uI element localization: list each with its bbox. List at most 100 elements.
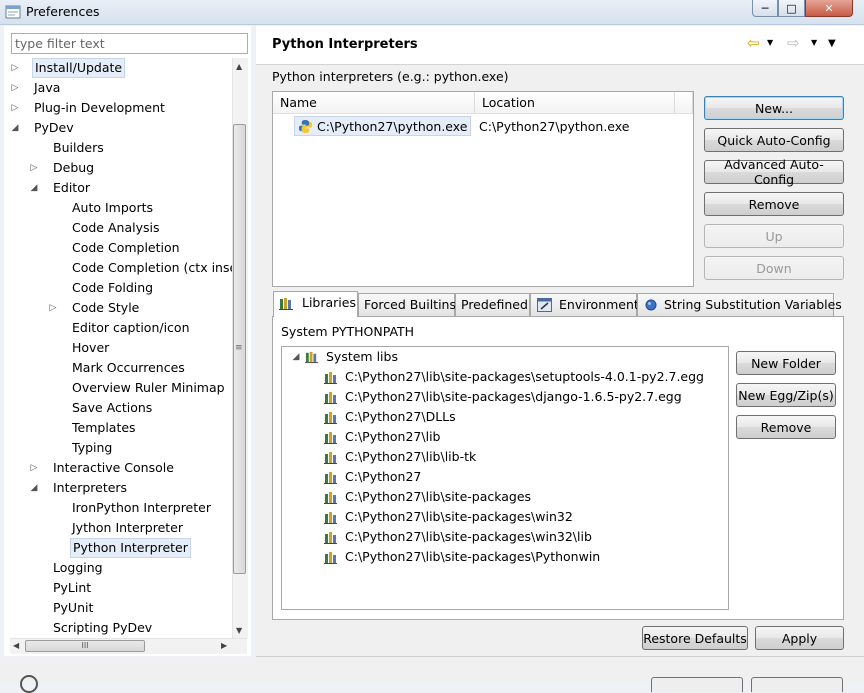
advanced-auto-config-button[interactable]: Advanced Auto-Config — [704, 157, 844, 187]
interpreter-row-name[interactable]: C:\Python27\python.exe — [294, 116, 472, 136]
column-header-filler — [675, 92, 693, 114]
ok-button-partial[interactable] — [651, 677, 743, 692]
collapsed-twist-icon[interactable]: ▷ — [10, 58, 20, 78]
tree-item[interactable]: Typing — [10, 438, 232, 458]
scroll-right-icon[interactable]: ▶ — [221, 641, 227, 650]
library-folder-icon — [324, 512, 337, 524]
tree-item[interactable]: Code Folding — [10, 278, 232, 298]
expanded-twist-icon[interactable]: ◢ — [29, 178, 39, 198]
back-arrow-icon[interactable]: ⇦ — [747, 34, 760, 52]
up-button[interactable]: Up — [704, 224, 844, 248]
remove-library-button[interactable]: Remove — [736, 415, 836, 439]
tree-item[interactable]: Logging — [10, 558, 232, 578]
tree-item-label: Code Analysis — [72, 220, 160, 235]
tab-string-substitution[interactable]: String Substitution Variables — [637, 293, 842, 316]
library-path-label: C:\Python27\lib\site-packages\Pythonwin — [345, 549, 601, 564]
expanded-twist-icon[interactable]: ◢ — [291, 347, 301, 367]
library-folder-icon — [324, 412, 337, 424]
tree-item[interactable]: Overview Ruler Minimap — [10, 378, 232, 398]
scroll-left-icon[interactable]: ◀ — [13, 641, 19, 650]
tree-item[interactable]: ▷ Interactive Console — [10, 458, 232, 478]
tree-item[interactable]: Templates — [10, 418, 232, 438]
tree-item[interactable]: Editor caption/icon — [10, 318, 232, 338]
tree-item-label: Code Completion (ctx inser — [72, 260, 232, 275]
forward-dropdown-icon[interactable]: ▼ — [811, 38, 817, 47]
new-egg-zip-button[interactable]: New Egg/Zip(s) — [736, 383, 836, 407]
tree-item[interactable]: Jython Interpreter — [10, 518, 232, 538]
tree-item-label: PyUnit — [53, 600, 94, 615]
quick-auto-config-button[interactable]: Quick Auto-Config — [704, 128, 844, 152]
column-header-name[interactable]: Name — [273, 92, 475, 114]
filter-input[interactable] — [11, 33, 248, 54]
library-path-label: C:\Python27\lib\site-packages\django-1.6… — [345, 389, 682, 404]
tree-item[interactable]: Code Completion — [10, 238, 232, 258]
tree-item[interactable]: Auto Imports — [10, 198, 232, 218]
collapsed-twist-icon[interactable]: ▷ — [29, 458, 39, 478]
library-path-label: C:\Python27\lib — [345, 429, 441, 444]
tree-item[interactable]: Python Interpreter — [10, 538, 232, 558]
down-button[interactable]: Down — [704, 256, 844, 280]
tree-item[interactable]: Builders — [10, 138, 232, 158]
tree-item[interactable]: Code Completion (ctx inser — [10, 258, 232, 278]
collapsed-twist-icon[interactable]: ▷ — [10, 78, 20, 98]
library-folder-icon — [324, 472, 337, 484]
library-folder-icon — [324, 392, 337, 404]
tab-predefined[interactable]: Predefined — [455, 293, 530, 316]
new-interpreter-button[interactable]: New... — [704, 96, 844, 120]
tree-item[interactable]: PyUnit — [10, 598, 232, 618]
tree-item[interactable]: Code Analysis — [10, 218, 232, 238]
tree-item-label: Jython Interpreter — [72, 520, 184, 535]
collapsed-twist-icon[interactable]: ▷ — [48, 298, 58, 318]
tree-item[interactable]: ▷ Java — [10, 78, 232, 98]
library-folder-icon — [324, 492, 337, 504]
close-button[interactable]: ✕ — [805, 0, 853, 17]
tree-item-label: Overview Ruler Minimap — [72, 380, 225, 395]
tree-item[interactable]: ◢ PyDev — [10, 118, 232, 138]
forward-arrow-icon[interactable]: ⇨ — [787, 34, 800, 52]
tree-item[interactable]: ▷ Debug — [10, 158, 232, 178]
tree-item[interactable]: ▷ Install/Update — [10, 58, 232, 78]
tree-item[interactable]: PyLint — [10, 578, 232, 598]
tree-item-label: Install/Update — [32, 58, 126, 78]
remove-interpreter-button[interactable]: Remove — [704, 192, 844, 216]
tab-environment[interactable]: Environment — [530, 293, 639, 316]
back-dropdown-icon[interactable]: ▼ — [767, 38, 773, 47]
collapsed-twist-icon[interactable]: ▷ — [29, 158, 39, 178]
cancel-button-partial[interactable] — [751, 677, 843, 692]
tree-item[interactable]: ◢ Editor — [10, 178, 232, 198]
minimize-button[interactable]: ─ — [752, 0, 778, 17]
library-folder-icon — [324, 432, 337, 444]
tree-item-label: Scripting PyDev — [53, 620, 153, 635]
tree-item[interactable]: Hover — [10, 338, 232, 358]
tree-item-label: PyLint — [53, 580, 92, 595]
help-icon[interactable] — [20, 675, 38, 693]
tab-forced-builtins[interactable]: Forced Builtins — [358, 293, 456, 316]
restore-defaults-button[interactable]: Restore Defaults — [642, 626, 748, 650]
tree-item[interactable]: ▷ Plug-in Development — [10, 98, 232, 118]
tree-item[interactable]: Scripting PyDev — [10, 618, 232, 638]
tree-item[interactable]: Save Actions — [10, 398, 232, 418]
tab-predefined-label: Predefined — [461, 297, 528, 312]
tree-item-label: Code Folding — [72, 280, 154, 295]
tree-item-label: Code Style — [72, 300, 140, 315]
window-title: Preferences — [26, 4, 100, 19]
tree-hscroll-thumb[interactable]: III — [25, 640, 145, 652]
tree-item[interactable]: ◢ Interpreters — [10, 478, 232, 498]
column-header-location[interactable]: Location — [475, 92, 675, 114]
expanded-twist-icon[interactable]: ◢ — [29, 478, 39, 498]
scroll-up-icon[interactable]: ▲ — [236, 62, 242, 71]
variables-icon — [645, 299, 657, 311]
tree-item[interactable]: Mark Occurrences — [10, 358, 232, 378]
tree-item-label: Typing — [72, 440, 113, 455]
tree-item[interactable]: IronPython Interpreter — [10, 498, 232, 518]
tab-forced-builtins-label: Forced Builtins — [364, 297, 456, 312]
expanded-twist-icon[interactable]: ◢ — [10, 118, 20, 138]
tab-libraries[interactable]: Libraries — [273, 291, 358, 317]
tree-item[interactable]: ▷ Code Style — [10, 298, 232, 318]
new-folder-button[interactable]: New Folder — [736, 351, 836, 375]
view-menu-icon[interactable]: ▼ — [828, 38, 836, 49]
apply-button[interactable]: Apply — [755, 626, 844, 650]
collapsed-twist-icon[interactable]: ▷ — [10, 98, 20, 118]
maximize-button[interactable]: □ — [778, 0, 805, 17]
scroll-down-icon[interactable]: ▼ — [236, 626, 242, 635]
